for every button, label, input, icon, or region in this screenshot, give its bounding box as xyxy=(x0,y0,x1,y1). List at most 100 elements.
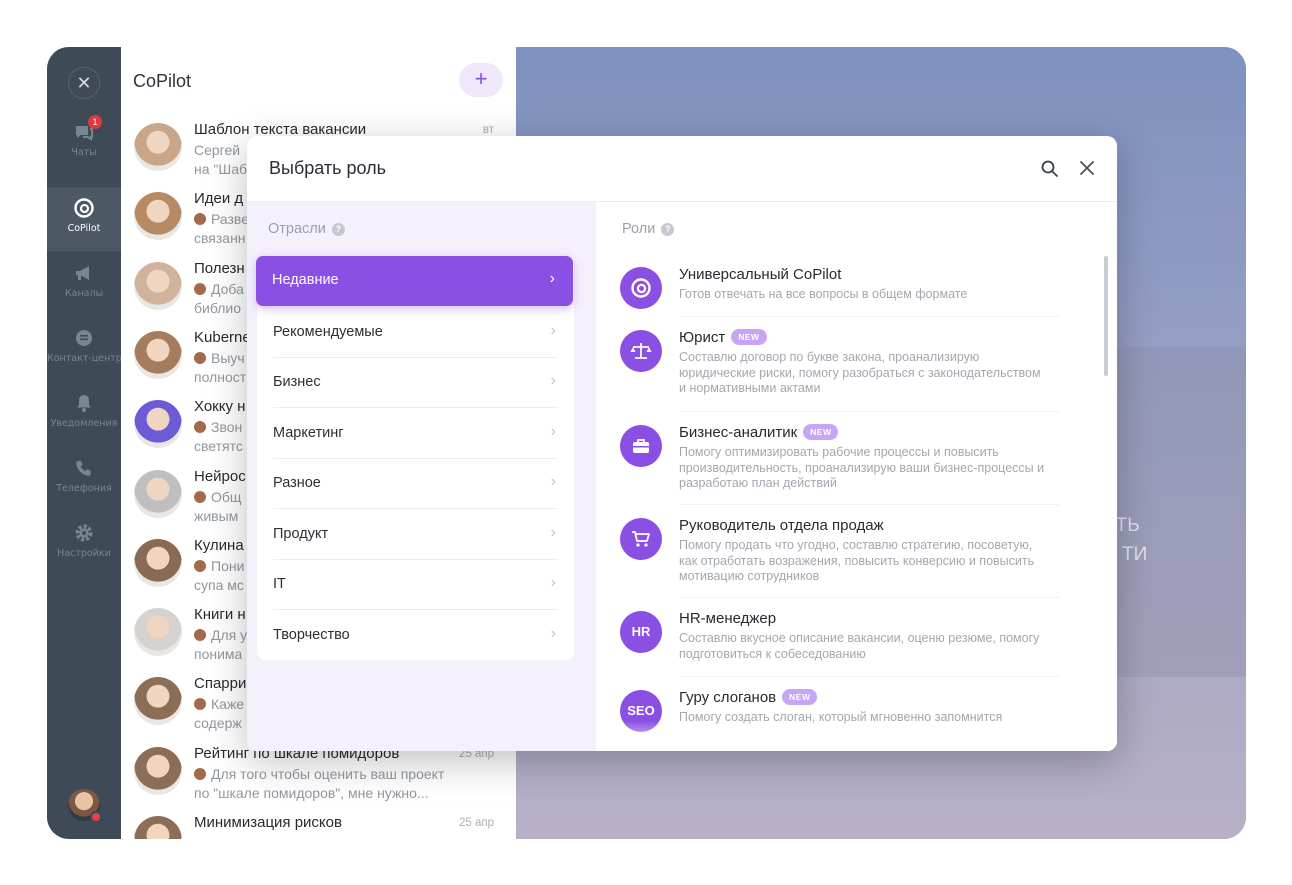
phone-icon xyxy=(73,457,95,479)
role-icon-text: HR xyxy=(631,624,651,639)
fade-overlay xyxy=(596,721,1117,751)
role-icon-text: SEO xyxy=(627,703,655,718)
role-description: Готов отвечать на все вопросы в общем фо… xyxy=(679,287,968,301)
rail-item-telephony[interactable]: Телефония xyxy=(47,447,121,511)
industry-item[interactable]: Бизнес › xyxy=(257,358,574,408)
divider xyxy=(679,411,1059,412)
industry-item[interactable]: Маркетинг › xyxy=(257,409,574,459)
chat-preview-line: Звон xyxy=(194,419,242,435)
chevron-right-icon: › xyxy=(550,523,556,541)
industry-item[interactable]: Творчество › xyxy=(257,611,574,661)
industry-label: Бизнес xyxy=(273,374,321,390)
role-description: Помогу оптимизировать рабочие процессы и… xyxy=(679,445,1045,490)
industry-label: Рекомендуемые xyxy=(273,323,383,340)
divider xyxy=(679,504,1059,505)
chevron-right-icon: › xyxy=(550,321,556,339)
avatar xyxy=(134,816,182,839)
rail-item-notifications[interactable]: Уведомления xyxy=(47,382,121,446)
role-title: Бизнес-аналитик xyxy=(679,424,798,441)
avatar xyxy=(134,123,182,171)
role-name: Универсальный CoPilot xyxy=(679,266,841,283)
chat-preview-line-2: по "шкале помидоров", мне нужно... xyxy=(194,784,429,801)
rail-item-copilot[interactable]: CoPilot xyxy=(47,187,121,251)
close-button[interactable]: ✕ xyxy=(68,67,100,99)
gear-icon xyxy=(73,522,95,544)
author-avatar-icon xyxy=(194,490,206,503)
chat-preview-line-2: понима xyxy=(194,646,243,663)
chat-name: Спарри xyxy=(194,675,247,693)
industry-item[interactable]: Разное › xyxy=(257,459,574,509)
industry-item[interactable]: IT › xyxy=(257,560,574,610)
chat-time: вт xyxy=(482,124,494,136)
rail-item-chats[interactable]: 1 Чаты xyxy=(47,111,121,175)
role-title: Руководитель отдела продаж xyxy=(679,517,884,534)
chat-preview-line: Пони xyxy=(194,558,244,574)
chat-preview-text: Пони xyxy=(211,557,245,574)
modal-title: Выбрать роль xyxy=(269,158,387,178)
industry-label: Разное xyxy=(273,475,321,491)
chat-preview-line-2: живым xyxy=(194,507,239,524)
cart-icon xyxy=(620,518,662,560)
chat-preview-line-2: на "Шаб xyxy=(194,161,248,177)
author-avatar-icon xyxy=(194,698,206,711)
role-name: Руководитель отдела продаж xyxy=(679,517,884,534)
help-icon[interactable]: ? xyxy=(331,223,345,236)
industry-item[interactable]: Рекомендуемые › xyxy=(257,308,574,358)
add-chat-button[interactable]: + xyxy=(459,63,503,97)
chat-preview-text: Разве xyxy=(211,211,249,228)
app-window: ИТЬ ТИ ✕ 1 Чаты CoPilot Каналы Контакт-ц… xyxy=(47,47,1246,839)
industry-item[interactable]: Продукт › xyxy=(257,510,574,560)
unread-badge: 1 xyxy=(88,115,102,129)
chat-name: Кулина xyxy=(194,536,244,554)
avatar xyxy=(134,746,182,795)
avatar xyxy=(134,538,182,587)
new-badge: NEW xyxy=(803,424,839,440)
chat-time: 25 апр xyxy=(458,817,494,829)
search-icon[interactable] xyxy=(1039,158,1061,180)
role-name: Гуру слоганов NEW xyxy=(679,689,818,706)
avatar xyxy=(134,469,182,518)
chat-preview-line: Каже xyxy=(194,696,244,712)
chat-preview-line: Сергей xyxy=(194,142,240,158)
rail-item-channels[interactable]: Каналы xyxy=(47,252,121,316)
chat-name: Идеи д xyxy=(194,190,244,208)
industries-column: Отрасли? Недавние › Рекомендуемые › Бизнес › М… xyxy=(247,202,596,751)
industry-label: IT xyxy=(273,576,286,592)
chats-title: CoPilot xyxy=(133,71,192,91)
background-card xyxy=(1106,347,1246,677)
help-icon[interactable]: ? xyxy=(661,223,675,236)
status-icon xyxy=(90,811,102,823)
industry-label: Недавние xyxy=(272,272,339,288)
author-avatar-icon xyxy=(194,282,206,295)
chat-preview-line: Доба xyxy=(194,281,244,297)
chat-preview-line-2: содерж xyxy=(194,715,242,732)
rail-item-contact-center[interactable]: Контакт-центр xyxy=(47,317,121,381)
hr-icon: HR xyxy=(620,611,662,653)
rail-label-chats: Чаты xyxy=(71,147,97,158)
industry-label: Маркетинг xyxy=(273,424,344,441)
role-name: Юрист NEW xyxy=(679,329,767,346)
role-title: Гуру слоганов xyxy=(679,689,777,706)
role-description: Составлю договор по букве закона, проана… xyxy=(679,350,1041,395)
chat-preview-line-2: библио xyxy=(194,299,242,316)
megaphone-icon xyxy=(73,262,95,284)
left-rail: ✕ 1 Чаты CoPilot Каналы Контакт-центр Ув… xyxy=(47,47,121,839)
background-text-2: ТИ xyxy=(1122,544,1148,565)
scales-icon xyxy=(620,330,662,372)
modal-header: Выбрать роль xyxy=(247,136,1117,202)
scrollbar[interactable] xyxy=(1104,256,1108,376)
industry-item[interactable]: Недавние › xyxy=(256,256,573,306)
role-name: HR-менеджер xyxy=(679,610,776,627)
author-avatar-icon xyxy=(194,559,206,572)
chat-preview-line: Для того чтобы оценить ваш проект xyxy=(194,766,444,782)
roles-title: Роли xyxy=(622,221,656,237)
chevron-right-icon: › xyxy=(550,372,556,389)
chat-preview-line: Общ xyxy=(194,489,241,505)
chat-preview-text: Выуч xyxy=(211,349,245,366)
close-icon[interactable] xyxy=(1075,156,1099,180)
avatar xyxy=(134,400,182,449)
bell-icon xyxy=(73,392,95,414)
rail-item-settings[interactable]: Настройки xyxy=(47,512,121,576)
contact-center-icon xyxy=(73,327,95,349)
chat-list-item[interactable]: Минимизация рисков 25 апр xyxy=(121,806,516,839)
